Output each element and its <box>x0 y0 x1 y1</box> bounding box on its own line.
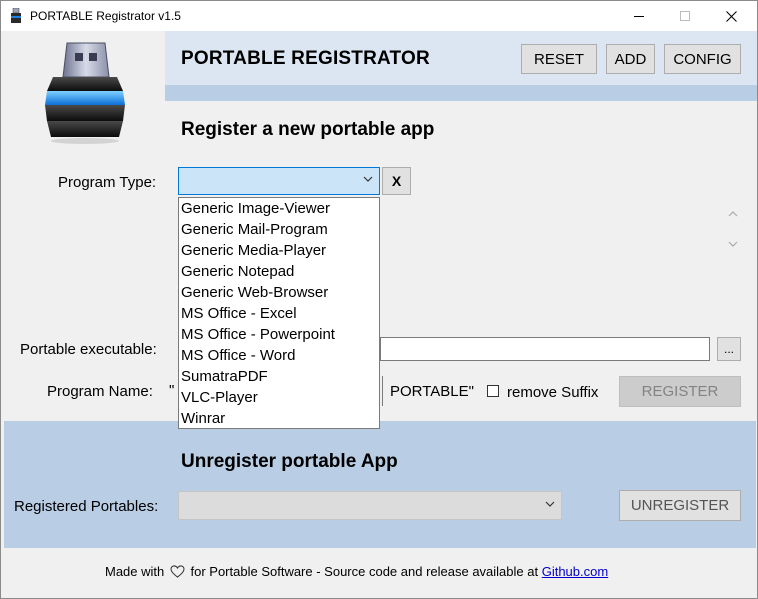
dropdown-option[interactable]: Generic Media-Player <box>179 240 379 261</box>
window-title: PORTABLE Registrator v1.5 <box>30 9 181 23</box>
register-button[interactable]: REGISTER <box>619 376 741 407</box>
browse-button[interactable]: ... <box>717 337 741 361</box>
unregister-button[interactable]: UNREGISTER <box>619 490 741 521</box>
close-button[interactable] <box>708 1 754 31</box>
dropdown-option[interactable]: MS Office - Excel <box>179 303 379 324</box>
unregister-section-title: Unregister portable App <box>181 451 398 472</box>
maximize-icon <box>680 11 690 21</box>
program-type-select[interactable] <box>178 167 380 195</box>
dropdown-option[interactable]: Generic Mail-Program <box>179 219 379 240</box>
title-bar[interactable]: PORTABLE Registrator v1.5 <box>1 1 757 31</box>
footer-made-with: Made with <box>105 564 165 579</box>
add-button[interactable]: ADD <box>606 44 655 74</box>
app-title: PORTABLE REGISTRATOR <box>181 48 430 69</box>
minimize-button[interactable] <box>616 1 662 31</box>
remove-suffix-checkbox[interactable] <box>487 385 499 397</box>
program-type-dropdown: Generic Image-Viewer Generic Mail-Progra… <box>178 197 380 429</box>
clear-program-type-button[interactable]: X <box>382 167 411 195</box>
chevron-down-icon <box>363 176 373 182</box>
maximize-button[interactable] <box>662 1 708 31</box>
dropdown-option[interactable]: Winrar <box>179 408 379 429</box>
app-window: PORTABLE Registrator v1.5 PORTABLE REGIS… <box>0 0 758 599</box>
dropdown-option[interactable]: Generic Notepad <box>179 261 379 282</box>
program-name-label: Program Name: <box>47 383 153 400</box>
footer: Made with for Portable Software - Source… <box>105 564 608 579</box>
scroll-up-icon[interactable] <box>727 209 739 219</box>
unregister-band <box>4 421 756 548</box>
program-type-label: Program Type: <box>58 174 157 191</box>
executable-input[interactable] <box>380 337 710 361</box>
usb-drive-icon <box>11 8 21 23</box>
register-section-title: Register a new portable app <box>181 119 435 140</box>
dropdown-option[interactable]: SumatraPDF <box>179 366 379 387</box>
executable-label: Portable executable: <box>20 341 157 358</box>
close-icon <box>725 10 737 22</box>
portable-suffix: PORTABLE" <box>390 383 474 400</box>
program-name-quote: " <box>169 382 175 399</box>
dropdown-option[interactable]: Generic Web-Browser <box>179 282 379 303</box>
minimize-icon <box>634 16 644 17</box>
chevron-down-icon <box>545 501 555 507</box>
dropdown-option[interactable]: MS Office - Powerpoint <box>179 324 379 345</box>
usb-drive-logo-icon <box>45 42 125 144</box>
heart-icon <box>170 565 185 578</box>
footer-text: for Portable Software - Source code and … <box>190 564 539 579</box>
remove-suffix-label[interactable]: remove Suffix <box>507 384 598 401</box>
scroll-down-icon[interactable] <box>727 239 739 249</box>
registered-portables-select[interactable] <box>178 491 562 520</box>
config-button[interactable]: CONFIG <box>664 44 741 74</box>
registered-portables-label: Registered Portables: <box>14 498 159 515</box>
dropdown-option[interactable]: MS Office - Word <box>179 345 379 366</box>
dropdown-option[interactable]: Generic Image-Viewer <box>179 198 379 219</box>
dropdown-option[interactable]: VLC-Player <box>179 387 379 408</box>
reset-button[interactable]: RESET <box>521 44 597 74</box>
github-link[interactable]: Github.com <box>542 564 608 579</box>
header-accent-strip <box>165 85 757 101</box>
